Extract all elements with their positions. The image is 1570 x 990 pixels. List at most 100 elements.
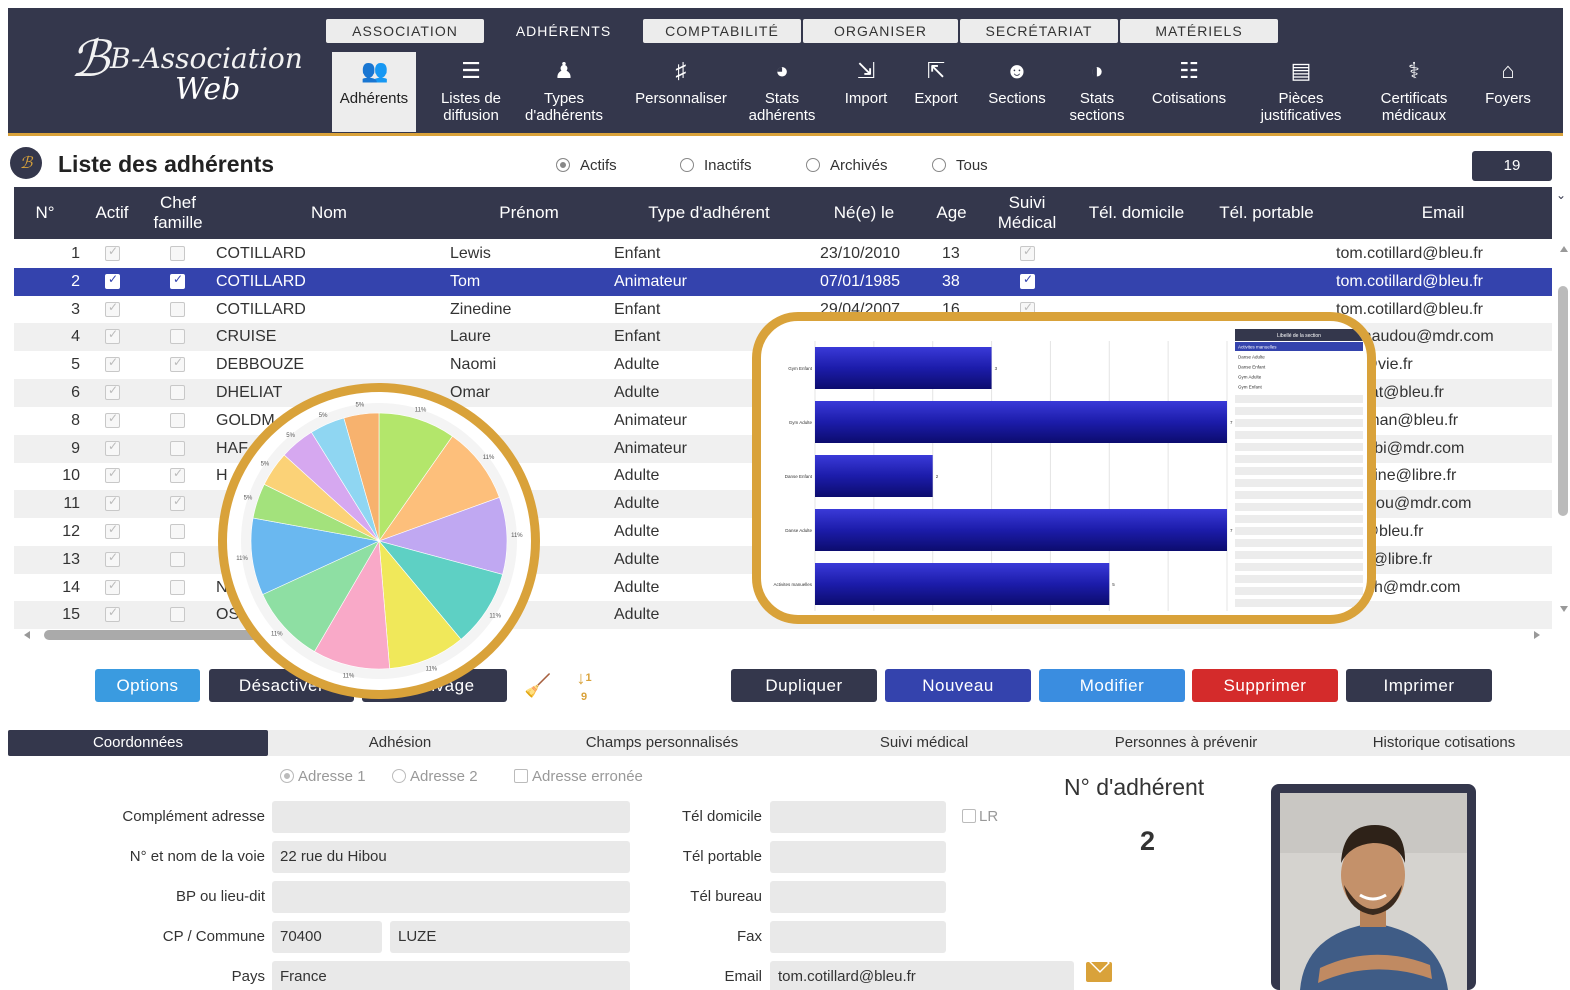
field-tel-portable[interactable] <box>770 841 946 873</box>
checkbox-chef[interactable] <box>170 551 185 567</box>
options-button[interactable]: Options <box>95 669 200 702</box>
delete-button[interactable]: Supprimer <box>1192 669 1338 702</box>
col-nom[interactable]: Nom <box>214 187 444 239</box>
tab-historique-cotisations[interactable]: Historique cotisations <box>1318 730 1570 756</box>
toolbar-button-9[interactable]: ☷ Cotisations <box>1140 52 1238 132</box>
tab-personnes-prevenir[interactable]: Personnes à prévenir <box>1056 730 1316 756</box>
col-suivi-medical[interactable]: Suivi Médical <box>986 187 1068 239</box>
checkbox-lr[interactable]: LR <box>962 808 998 825</box>
field-fax[interactable] <box>770 921 946 953</box>
checkbox-actif[interactable] <box>105 522 120 539</box>
toolbar-button-4[interactable]: ◕ Stats adhérents <box>740 52 824 132</box>
table-row[interactable]: 2 COTILLARD Tom Animateur 07/01/1985 38 tom.co… <box>14 267 1552 296</box>
field-pays[interactable]: France <box>272 961 630 990</box>
col-chef-famille[interactable]: Chef famille <box>142 187 214 239</box>
checkbox-actif[interactable] <box>105 439 120 456</box>
checkbox-chef[interactable] <box>170 329 185 345</box>
checkbox-chef[interactable] <box>170 579 185 595</box>
filter-tous[interactable]: Tous <box>932 157 988 174</box>
tab-materiels[interactable]: MATÉRIELS <box>1120 19 1278 43</box>
legend-item[interactable]: Activites manuelles <box>1238 345 1277 350</box>
col-num[interactable]: N° <box>14 187 76 239</box>
tab-organiser[interactable]: ORGANISER <box>803 19 958 43</box>
col-email[interactable]: Email <box>1334 187 1552 239</box>
field-bp[interactable] <box>272 881 630 913</box>
tab-adhesion[interactable]: Adhésion <box>270 730 530 756</box>
checkbox-actif[interactable] <box>105 466 120 484</box>
checkbox-chef[interactable] <box>170 440 185 456</box>
col-tel-domicile[interactable]: Tél. domicile <box>1074 187 1199 239</box>
checkbox-actif[interactable] <box>105 411 120 428</box>
col-actif[interactable]: Actif <box>86 187 138 239</box>
toolbar-button-5[interactable]: ⇲ Import <box>834 52 898 132</box>
tab-secretariat[interactable]: SECRÉTARIAT <box>960 19 1118 43</box>
filter-archives[interactable]: Archivés <box>806 157 888 174</box>
legend-item[interactable]: Danse Enfant <box>1238 365 1266 370</box>
legend-item[interactable]: Gym Enfant <box>1238 385 1263 390</box>
filter-actifs[interactable]: Actifs <box>556 157 617 174</box>
checkbox-actif[interactable] <box>105 355 120 373</box>
legend-item[interactable]: Gym Adulte <box>1238 375 1262 380</box>
checkbox-actif[interactable] <box>105 244 120 261</box>
duplicate-button[interactable]: Dupliquer <box>731 669 877 702</box>
checkbox-actif[interactable] <box>105 605 120 623</box>
filter-inactifs[interactable]: Inactifs <box>680 157 752 174</box>
checkbox-actif[interactable] <box>105 578 120 595</box>
field-cp[interactable]: 70400 <box>272 921 382 953</box>
broom-icon[interactable]: 🧹 <box>524 672 552 700</box>
tab-association[interactable]: ASSOCIATION <box>326 19 484 43</box>
checkbox-suivi[interactable] <box>1020 272 1035 289</box>
field-tel-domicile[interactable] <box>770 801 946 833</box>
col-age[interactable]: Age <box>924 187 979 239</box>
toolbar-button-10[interactable]: ▤ Pièces justificatives <box>1246 52 1356 132</box>
field-voie[interactable]: 22 rue du Hibou <box>272 841 630 873</box>
table-row[interactable]: 1 COTILLARD Lewis Enfant 23/10/2010 13 tom.cot… <box>14 240 1552 268</box>
tab-adherents[interactable]: ADHÉRENTS <box>486 19 641 43</box>
legend-item[interactable]: Danse Adulte <box>1238 355 1265 360</box>
checkbox-chef[interactable] <box>170 272 185 289</box>
checkbox-chef[interactable] <box>170 524 185 539</box>
toolbar-button-0[interactable]: 👥 Adhérents <box>332 52 416 132</box>
col-type[interactable]: Type d'adhérent <box>614 187 804 239</box>
toolbar-button-8[interactable]: ◑ Stats sections <box>1062 52 1132 132</box>
envelope-icon[interactable] <box>1086 962 1112 982</box>
toolbar-button-3[interactable]: ♯ Personnaliser <box>616 52 746 132</box>
edit-button[interactable]: Modifier <box>1039 669 1185 702</box>
toolbar-button-12[interactable]: ⌂ Foyers <box>1466 52 1550 132</box>
tab-suivi-medical[interactable]: Suivi médical <box>794 730 1054 756</box>
field-email[interactable]: tom.cotillard@bleu.fr <box>770 961 1074 990</box>
toolbar-button-6[interactable]: ⇱ Export <box>904 52 968 132</box>
new-button[interactable]: Nouveau <box>885 669 1031 702</box>
field-complement[interactable] <box>272 801 630 833</box>
checkbox-actif[interactable] <box>105 327 120 345</box>
col-ne-le[interactable]: Né(e) le <box>814 187 914 239</box>
tab-comptabilite[interactable]: COMPTABILITÉ <box>643 19 801 43</box>
checkbox-chef[interactable] <box>170 607 185 623</box>
toolbar-button-1[interactable]: ☰ Listes de diffusion <box>422 52 520 132</box>
checkbox-actif[interactable] <box>105 300 120 317</box>
checkbox-chef[interactable] <box>170 466 185 484</box>
toolbar-button-2[interactable]: ♟ Types d'adhérents <box>513 52 615 132</box>
checkbox-actif[interactable] <box>105 383 120 400</box>
sort-numeric-icon[interactable]: ↓1 9 <box>568 669 600 703</box>
checkbox-chef[interactable] <box>170 355 185 373</box>
toolbar-button-11[interactable]: ⚕ Certificats médicaux <box>1364 52 1464 132</box>
checkbox-actif[interactable] <box>105 494 120 512</box>
checkbox-adresse-erronee[interactable]: Adresse erronée <box>514 768 643 785</box>
checkbox-chef[interactable] <box>170 412 185 428</box>
checkbox-suivi[interactable] <box>1020 244 1035 261</box>
checkbox-actif[interactable] <box>105 272 120 289</box>
checkbox-chef[interactable] <box>170 301 185 317</box>
tab-champs-personnalises[interactable]: Champs personnalisés <box>532 730 792 756</box>
vertical-scrollbar[interactable] <box>1556 246 1570 618</box>
chevron-down-icon[interactable]: ⌄ <box>1556 188 1570 202</box>
field-commune[interactable]: LUZE <box>390 921 630 953</box>
radio-adresse-1[interactable]: Adresse 1 <box>280 768 366 785</box>
field-tel-bureau[interactable] <box>770 881 946 913</box>
checkbox-chef[interactable] <box>170 246 185 261</box>
col-prenom[interactable]: Prénom <box>444 187 614 239</box>
checkbox-actif[interactable] <box>105 550 120 567</box>
checkbox-chef[interactable] <box>170 385 185 400</box>
checkbox-chef[interactable] <box>170 494 185 512</box>
radio-adresse-2[interactable]: Adresse 2 <box>392 768 478 785</box>
